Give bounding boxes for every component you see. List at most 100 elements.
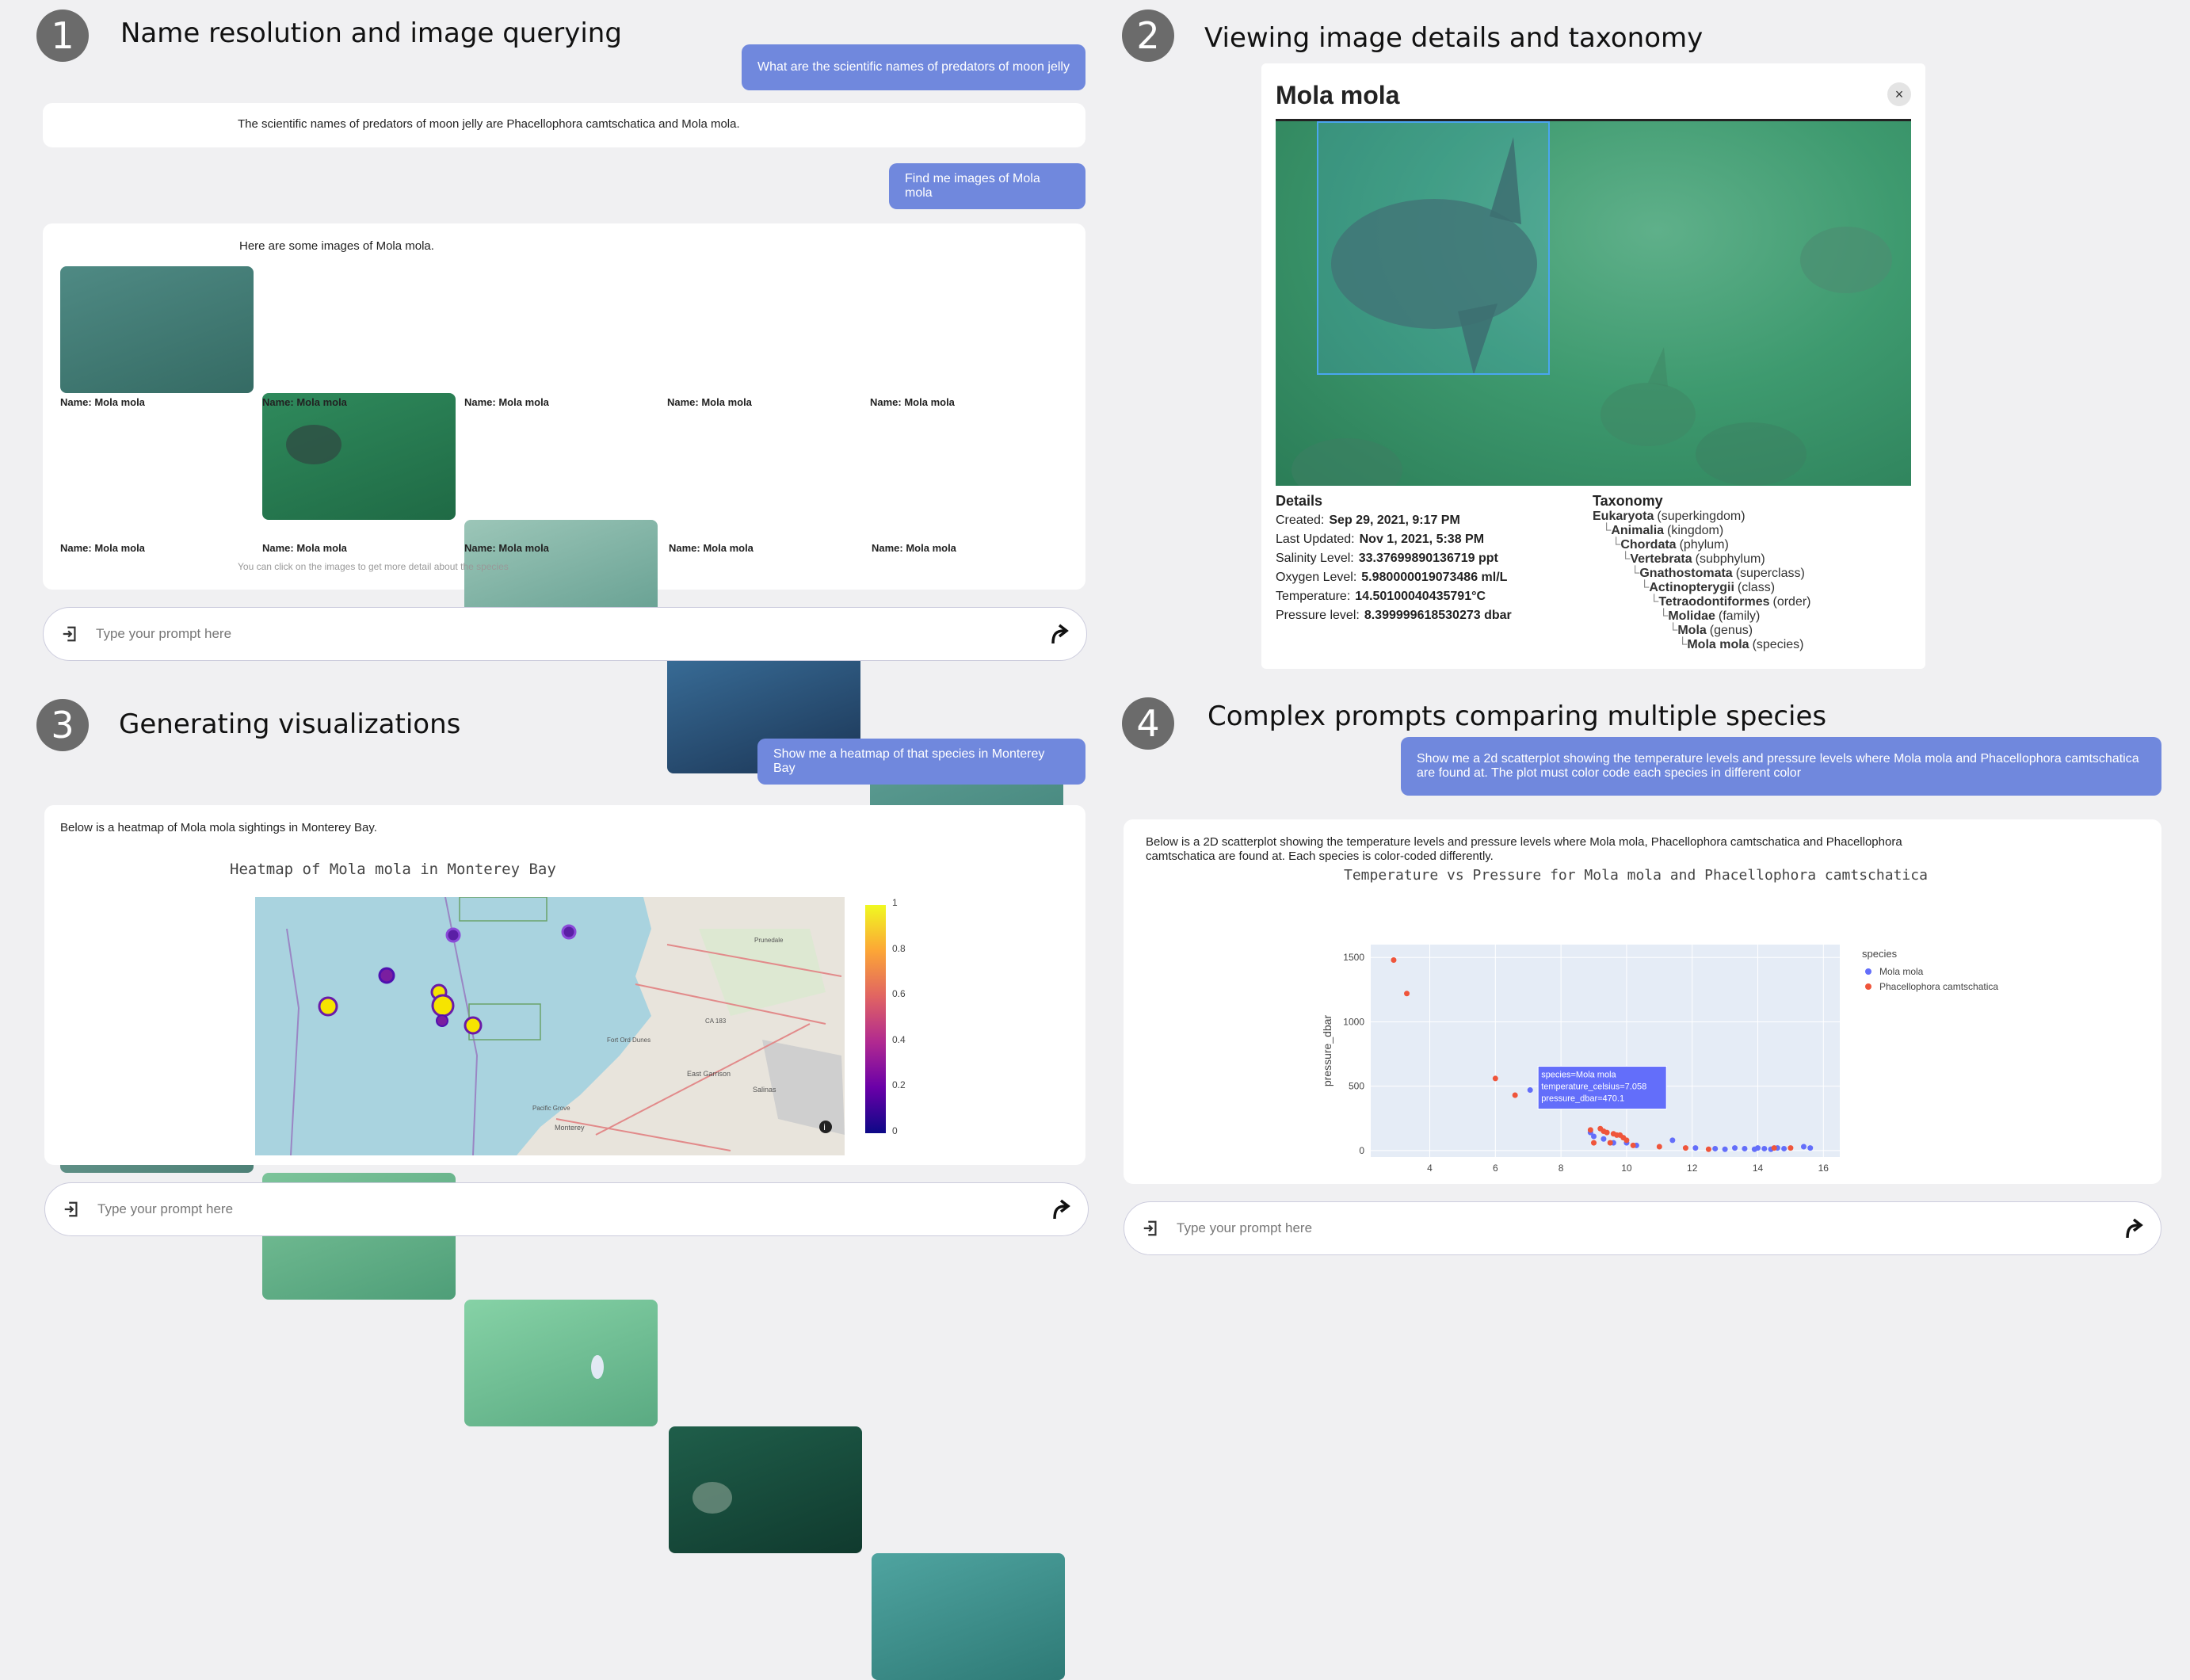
taxonomy-row: └Chordata (phylum) (1593, 538, 1811, 552)
data-point (1604, 1129, 1610, 1136)
detail-label: Temperature: (1276, 590, 1351, 603)
heatmap-map[interactable]: i Salinas East Garrison Monterey Pacific… (255, 897, 845, 1155)
scatter-plot[interactable]: 4 6 8 10 12 14 16 0 500 1000 1500 temperature_celsi… (1124, 851, 2161, 1184)
taxon-rank: (species) (1752, 638, 1804, 651)
data-point (1601, 1136, 1607, 1142)
taxonomy-row: └Mola (genus) (1593, 624, 1811, 638)
data-point (1527, 1087, 1533, 1094)
legend-label: Mola mola (1879, 966, 1924, 977)
panel-4-title: Complex prompts comparing multiple speci… (1208, 701, 1827, 732)
taxonomy-row: └Tetraodontiformes (order) (1593, 595, 1811, 609)
taxon-rank: (genus) (1709, 624, 1753, 637)
data-point (1607, 1140, 1613, 1146)
taxonomy-row: Eukaryota (superkingdom) (1593, 510, 1811, 524)
data-point (1800, 1144, 1807, 1150)
send-icon[interactable] (1048, 623, 1070, 645)
detail-value: 5.980000019073486 ml/L (1361, 571, 1508, 584)
taxon-rank: (class) (1737, 581, 1776, 594)
x-tick-label: 16 (1818, 1163, 1829, 1174)
taxon-rank: (kingdom) (1667, 524, 1724, 537)
prompt-placeholder: Type your prompt here (96, 626, 232, 641)
map-label: Fort Ord Dunes (607, 1037, 651, 1044)
taxon-rank: (order) (1772, 595, 1811, 609)
data-point (1623, 1137, 1630, 1144)
y-tick-label: 0 (1359, 1145, 1364, 1156)
panel-1-number: 1 (36, 10, 89, 62)
assistant-text: The scientific names of predators of moo… (238, 117, 740, 131)
detail-label: Last Updated: (1276, 533, 1355, 546)
x-tick-label: 6 (1493, 1163, 1498, 1174)
taxon-name: Gnathostomata (1639, 567, 1733, 580)
thumbnail-caption: Name: Mola mola (464, 542, 549, 554)
panel-3-title: Generating visualizations (119, 708, 461, 740)
thumbnail-caption: Name: Mola mola (667, 396, 752, 408)
send-icon[interactable] (1050, 1198, 1072, 1220)
detail-row: Last Updated: Nov 1, 2021, 5:38 PM (1276, 530, 1512, 549)
x-tick-label: 10 (1621, 1163, 1632, 1174)
data-point (1391, 956, 1397, 963)
svg-text:i: i (823, 1122, 826, 1132)
thumbnail-caption: Name: Mola mola (60, 396, 145, 408)
taxonomy-row: └Vertebrata (subphylum) (1593, 552, 1811, 567)
data-point (1755, 1145, 1761, 1151)
mola-mola-thumbnail[interactable] (60, 266, 254, 393)
data-point (1705, 1146, 1711, 1152)
modal-title: Mola mola (1276, 81, 1400, 109)
taxon-name: Animalia (1611, 524, 1665, 537)
data-point (1591, 1140, 1597, 1146)
data-point (1732, 1145, 1738, 1151)
prompt-input[interactable]: Type your prompt here (43, 607, 1087, 661)
data-point (1669, 1137, 1676, 1144)
login-icon[interactable] (61, 625, 78, 643)
mola-mola-thumbnail[interactable] (872, 1553, 1065, 1680)
thumbnail-caption: Name: Mola mola (870, 396, 955, 408)
x-tick-label: 8 (1559, 1163, 1564, 1174)
tree-branch-icon: └ (1612, 538, 1621, 552)
taxon-name: Eukaryota (1593, 510, 1654, 523)
taxon-rank: (superkingdom) (1657, 510, 1746, 523)
thumbnail-caption: Name: Mola mola (60, 542, 145, 554)
y-tick-label: 500 (1349, 1081, 1364, 1092)
login-icon[interactable] (63, 1201, 80, 1218)
send-icon[interactable] (2123, 1217, 2145, 1239)
detail-row: Salinity Level: 33.37699890136719 ppt (1276, 549, 1512, 568)
data-point (1404, 991, 1410, 997)
colorbar-tick: 0.6 (892, 988, 906, 1000)
detection-box (1317, 121, 1550, 375)
prompt-input[interactable]: Type your prompt here (1124, 1201, 2161, 1255)
taxon-name: Mola mola (1687, 638, 1749, 651)
detail-row: Temperature: 14.50100040435791°C (1276, 587, 1512, 606)
detail-value: 33.37699890136719 ppt (1358, 552, 1498, 565)
mola-mola-thumbnail[interactable] (262, 393, 456, 520)
assistant-text: Below is a heatmap of Mola mola sighting… (60, 821, 377, 834)
detail-label: Salinity Level: (1276, 552, 1354, 565)
map-label: CA 183 (705, 1018, 727, 1025)
species-image[interactable] (1276, 119, 1911, 486)
panel-2-title: Viewing image details and taxonomy (1204, 22, 1704, 54)
colorbar-tick: 0.2 (892, 1079, 906, 1091)
user-message-text: Show me a 2d scatterplot showing the tem… (1417, 752, 2139, 780)
prompt-placeholder: Type your prompt here (1177, 1220, 1313, 1235)
data-point (1692, 1145, 1699, 1151)
taxon-name: Chordata (1620, 538, 1677, 552)
x-tick-label: 14 (1753, 1163, 1764, 1174)
assistant-message: The scientific names of predators of moo… (43, 103, 1085, 147)
chart-title: Heatmap of Mola mola in Monterey Bay (230, 861, 556, 878)
map-base: i (286, 897, 845, 1155)
user-message: Show me a 2d scatterplot showing the tem… (1401, 737, 2161, 796)
mola-mola-thumbnail[interactable] (464, 1300, 658, 1426)
mola-mola-thumbnail[interactable] (669, 1426, 862, 1553)
close-icon[interactable]: × (1887, 82, 1911, 106)
login-icon[interactable] (1142, 1220, 1159, 1237)
prompt-input[interactable]: Type your prompt here (44, 1182, 1089, 1236)
colorbar-tick: 1 (892, 897, 898, 908)
taxonomy-row: └Mola mola (species) (1593, 638, 1811, 652)
hint-text: You can click on the images to get more … (238, 561, 509, 572)
map-label: Salinas (753, 1086, 776, 1094)
tooltip-line: pressure_dbar=470.1 (1541, 1094, 1624, 1104)
legend-marker (1865, 968, 1871, 975)
legend-title: species (1862, 948, 1898, 960)
data-point (1512, 1092, 1518, 1098)
assistant-image-results: Here are some images of Mola mola. Name:… (43, 223, 1085, 1680)
taxon-rank: (superclass) (1735, 567, 1805, 580)
